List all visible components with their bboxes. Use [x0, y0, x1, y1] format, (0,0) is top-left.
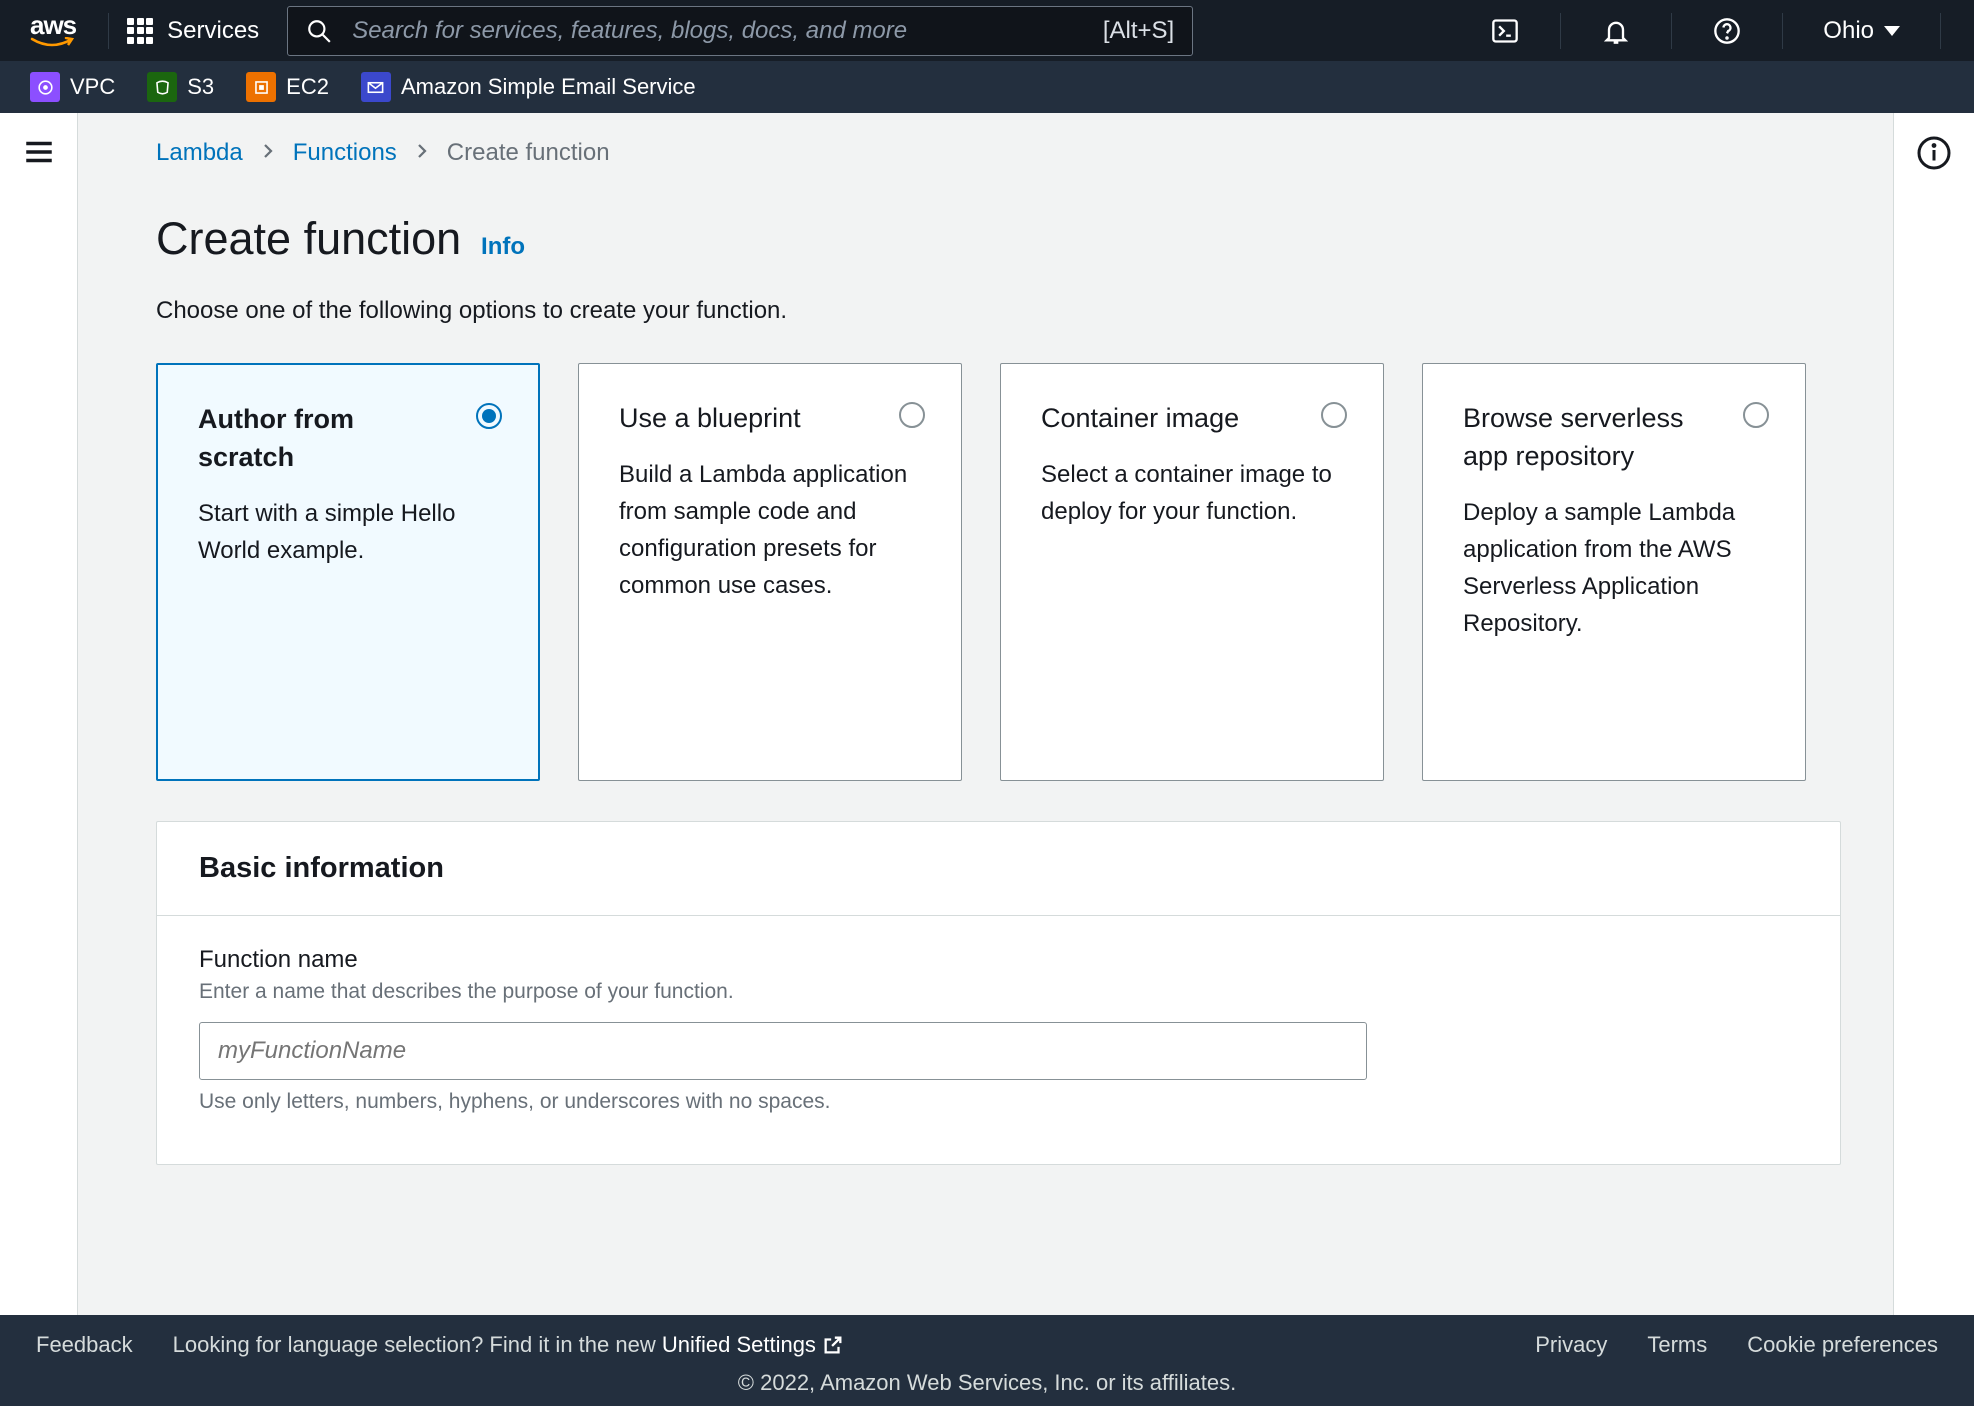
chevron-right-icon — [413, 139, 431, 167]
aws-logo[interactable]: aws — [30, 10, 76, 51]
global-nav: aws Services Search for services, featur… — [0, 0, 1974, 61]
console-footer: Feedback Looking for language selection?… — [0, 1315, 1974, 1406]
breadcrumb: Lambda Functions Create function — [156, 139, 1841, 167]
option-desc: Build a Lambda application from sample c… — [619, 456, 921, 605]
option-desc: Deploy a sample Lambda application from … — [1463, 494, 1765, 643]
cloudshell-button[interactable] — [1490, 16, 1520, 46]
option-use-blueprint[interactable]: Use a blueprint Build a Lambda applicati… — [578, 363, 962, 781]
info-link[interactable]: Info — [481, 233, 525, 260]
option-title: Use a blueprint — [619, 400, 921, 438]
feedback-link[interactable]: Feedback — [36, 1332, 133, 1358]
language-prompt: Looking for language selection? Find it … — [173, 1332, 844, 1358]
option-serverless-repo[interactable]: Browse serverless app repository Deploy … — [1422, 363, 1806, 781]
cookie-preferences-link[interactable]: Cookie preferences — [1747, 1332, 1938, 1358]
s3-icon — [147, 72, 177, 102]
basic-information-panel: Basic information Function name Enter a … — [156, 821, 1841, 1165]
function-name-input[interactable] — [199, 1022, 1367, 1080]
services-label: Services — [167, 17, 259, 45]
page-title: Create function — [156, 213, 461, 264]
option-title: Author from scratch — [198, 401, 498, 477]
unified-settings-link[interactable]: Unified Settings — [662, 1332, 844, 1358]
option-container-image[interactable]: Container image Select a container image… — [1000, 363, 1384, 781]
divider — [1560, 13, 1561, 49]
open-help-panel-button[interactable] — [1916, 135, 1952, 1315]
main-content: Lambda Functions Create function Create … — [78, 113, 1894, 1315]
radio-icon — [899, 402, 925, 428]
breadcrumb-current: Create function — [447, 139, 610, 167]
side-nav-rail — [0, 113, 78, 1315]
panel-heading: Basic information — [199, 852, 1798, 885]
favorite-label: VPC — [70, 74, 115, 100]
services-menu[interactable]: Services — [127, 17, 259, 45]
breadcrumb-functions[interactable]: Functions — [293, 139, 397, 167]
ec2-icon — [246, 72, 276, 102]
function-name-note: Use only letters, numbers, hyphens, or u… — [199, 1090, 1798, 1114]
ses-icon — [361, 72, 391, 102]
breadcrumb-lambda[interactable]: Lambda — [156, 139, 243, 167]
terms-link[interactable]: Terms — [1647, 1332, 1707, 1358]
global-search[interactable]: Search for services, features, blogs, do… — [287, 6, 1193, 56]
option-author-from-scratch[interactable]: Author from scratch Start with a simple … — [156, 363, 540, 781]
function-name-label: Function name — [199, 946, 1798, 974]
radio-icon — [1321, 402, 1347, 428]
divider — [108, 13, 109, 49]
favorite-label: EC2 — [286, 74, 329, 100]
vpc-icon — [30, 72, 60, 102]
search-placeholder: Search for services, features, blogs, do… — [352, 17, 1103, 45]
search-shortcut: [Alt+S] — [1103, 17, 1174, 45]
region-label: Ohio — [1823, 17, 1874, 45]
copyright: © 2022, Amazon Web Services, Inc. or its… — [0, 1370, 1974, 1402]
notifications-button[interactable] — [1601, 16, 1631, 46]
favorite-ses[interactable]: Amazon Simple Email Service — [361, 72, 696, 102]
option-desc: Start with a simple Hello World example. — [198, 495, 498, 569]
option-desc: Select a container image to deploy for y… — [1041, 456, 1343, 530]
services-grid-icon — [127, 18, 153, 44]
privacy-link[interactable]: Privacy — [1535, 1332, 1607, 1358]
favorite-label: Amazon Simple Email Service — [401, 74, 696, 100]
radio-icon — [1743, 402, 1769, 428]
page-subtitle: Choose one of the following options to c… — [156, 297, 1841, 325]
creation-options: Author from scratch Start with a simple … — [156, 363, 1841, 781]
radio-icon — [476, 403, 502, 429]
function-name-hint: Enter a name that describes the purpose … — [199, 980, 1798, 1004]
favorite-vpc[interactable]: VPC — [30, 72, 115, 102]
favorite-s3[interactable]: S3 — [147, 72, 214, 102]
chevron-right-icon — [259, 139, 277, 167]
help-button[interactable] — [1712, 16, 1742, 46]
favorite-ec2[interactable]: EC2 — [246, 72, 329, 102]
divider — [1782, 13, 1783, 49]
caret-down-icon — [1884, 26, 1900, 36]
favorites-bar: VPC S3 EC2 Amazon Simple Email Service — [0, 61, 1974, 113]
favorite-label: S3 — [187, 74, 214, 100]
divider — [1940, 13, 1941, 49]
divider — [1671, 13, 1672, 49]
help-panel-rail — [1894, 113, 1974, 1315]
option-title: Container image — [1041, 400, 1343, 438]
search-icon — [306, 18, 332, 44]
region-selector[interactable]: Ohio — [1823, 17, 1900, 45]
open-side-nav-button[interactable] — [22, 135, 56, 1315]
option-title: Browse serverless app repository — [1463, 400, 1765, 476]
external-link-icon — [822, 1334, 844, 1356]
